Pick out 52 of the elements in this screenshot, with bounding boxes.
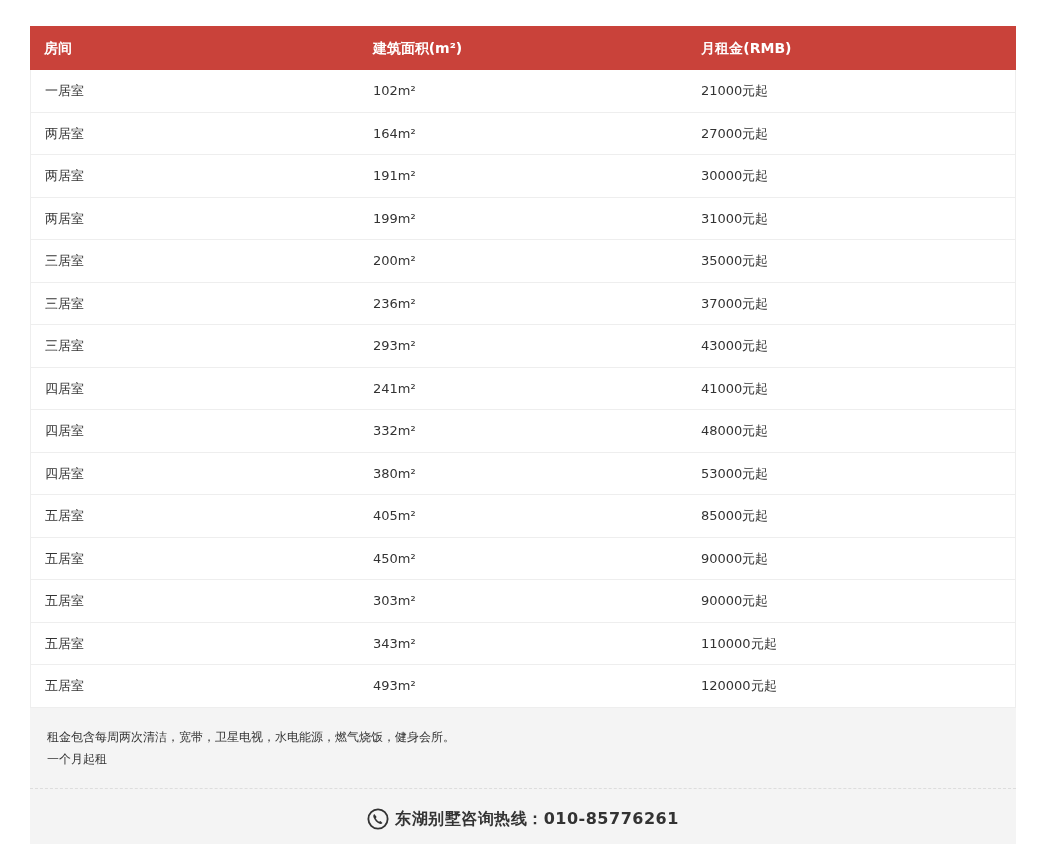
table-cell-text: 380m² bbox=[372, 464, 417, 483]
table-cell-text: 四居室 bbox=[44, 379, 85, 398]
table-cell-text: 三居室 bbox=[44, 252, 85, 270]
table-cell-text: 五居室 bbox=[44, 634, 85, 653]
table-cell-text: 37000元起 bbox=[700, 294, 770, 313]
table-cell-text: 236m² bbox=[372, 294, 417, 313]
hotline-text: 东湖别墅咨询热线：010-85776261 bbox=[395, 807, 679, 830]
column-header: 月租金(RMB) bbox=[700, 38, 793, 58]
table-cell-text: 四居室 bbox=[44, 464, 85, 483]
table-cell-text: 332m² bbox=[372, 422, 417, 440]
table-cell-text: 405m² bbox=[372, 507, 417, 525]
table-cell-text: 两居室 bbox=[44, 124, 85, 143]
column-header: 建筑面积(m²) bbox=[371, 38, 464, 58]
table-cell-text: 27000元起 bbox=[700, 124, 770, 143]
table-cell-text: 293m² bbox=[372, 337, 417, 355]
table-cell-text: 五居室 bbox=[44, 549, 85, 568]
note-text: 租金包含每周两次清洁，宽带，卫星电视，水电能源，燃气烧饭，健身会所。 bbox=[47, 728, 456, 746]
table-cell-text: 90000元起 bbox=[700, 549, 770, 568]
table-cell-text: 53000元起 bbox=[700, 464, 770, 483]
table-cell-text: 343m² bbox=[372, 634, 417, 653]
table-cell-text: 303m² bbox=[372, 592, 417, 610]
table-cell-text: 48000元起 bbox=[700, 422, 770, 440]
table-cell-text: 21000元起 bbox=[700, 82, 770, 100]
note-text: 一个月起租 bbox=[47, 750, 108, 768]
table-cell-text: 一居室 bbox=[44, 82, 85, 100]
table-cell-text: 三居室 bbox=[44, 294, 85, 313]
table-cell-text: 90000元起 bbox=[700, 592, 770, 610]
table-cell-text: 102m² bbox=[372, 82, 417, 100]
table-cell-text: 五居室 bbox=[44, 677, 85, 695]
table-cell-text: 191m² bbox=[372, 167, 417, 185]
table-cell-text: 四居室 bbox=[44, 422, 85, 440]
table-cell-text: 41000元起 bbox=[700, 379, 770, 398]
table-cell-text: 两居室 bbox=[44, 209, 85, 228]
table-cell-text: 30000元起 bbox=[700, 167, 770, 185]
table-cell-text: 两居室 bbox=[44, 167, 85, 185]
table-cell-text: 五居室 bbox=[44, 507, 85, 525]
table-cell-text: 85000元起 bbox=[700, 507, 770, 525]
table-cell-text: 三居室 bbox=[44, 337, 85, 355]
table-cell-text: 五居室 bbox=[44, 592, 85, 610]
table-cell-text: 199m² bbox=[372, 209, 417, 228]
table-cell-text: 200m² bbox=[372, 252, 417, 270]
table-cell-text: 35000元起 bbox=[700, 252, 770, 270]
table-cell-text: 450m² bbox=[372, 549, 417, 568]
table-cell-text: 241m² bbox=[372, 379, 417, 398]
phone-icon bbox=[367, 807, 390, 830]
table-cell-text: 493m² bbox=[372, 677, 417, 695]
table-cell-text: 110000元起 bbox=[700, 634, 778, 653]
table-cell-text: 31000元起 bbox=[700, 209, 770, 228]
table-cell-text: 120000元起 bbox=[700, 677, 778, 695]
column-header: 房间 bbox=[43, 38, 73, 58]
table-cell-text: 164m² bbox=[372, 124, 417, 143]
table-cell-text: 43000元起 bbox=[700, 337, 770, 355]
